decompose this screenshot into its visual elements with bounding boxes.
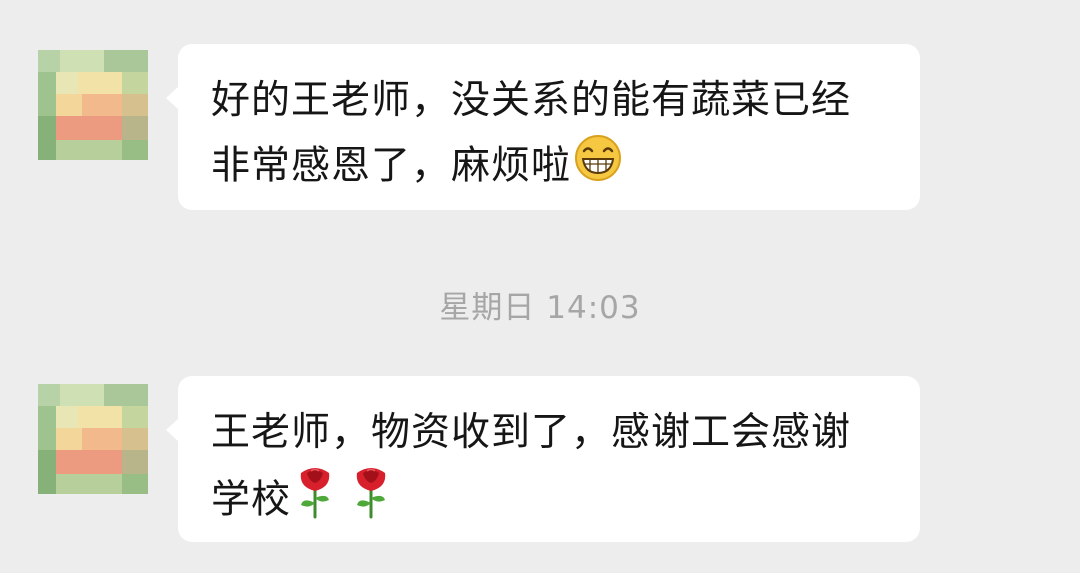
message-bubble[interactable]: 好的王老师，没关系的能有蔬菜已经非常感恩了，麻烦啦 [166,44,920,210]
message-text: 好的王老师，没关系的能有蔬菜已经非常感恩了，麻烦啦 [211,68,890,203]
message-bubble[interactable]: 王老师，物资收到了，感谢工会感谢学校 [166,376,920,542]
chat-timestamp: 星期日 14:03 [439,290,641,326]
grinning-face-icon [573,133,623,203]
avatar-pixelated[interactable] [38,384,148,494]
message-text: 王老师，物资收到了，感谢工会感谢学校 [211,400,890,539]
rose-icon [349,465,393,539]
avatar-pixelated[interactable] [38,50,148,160]
rose-icon [293,465,337,539]
